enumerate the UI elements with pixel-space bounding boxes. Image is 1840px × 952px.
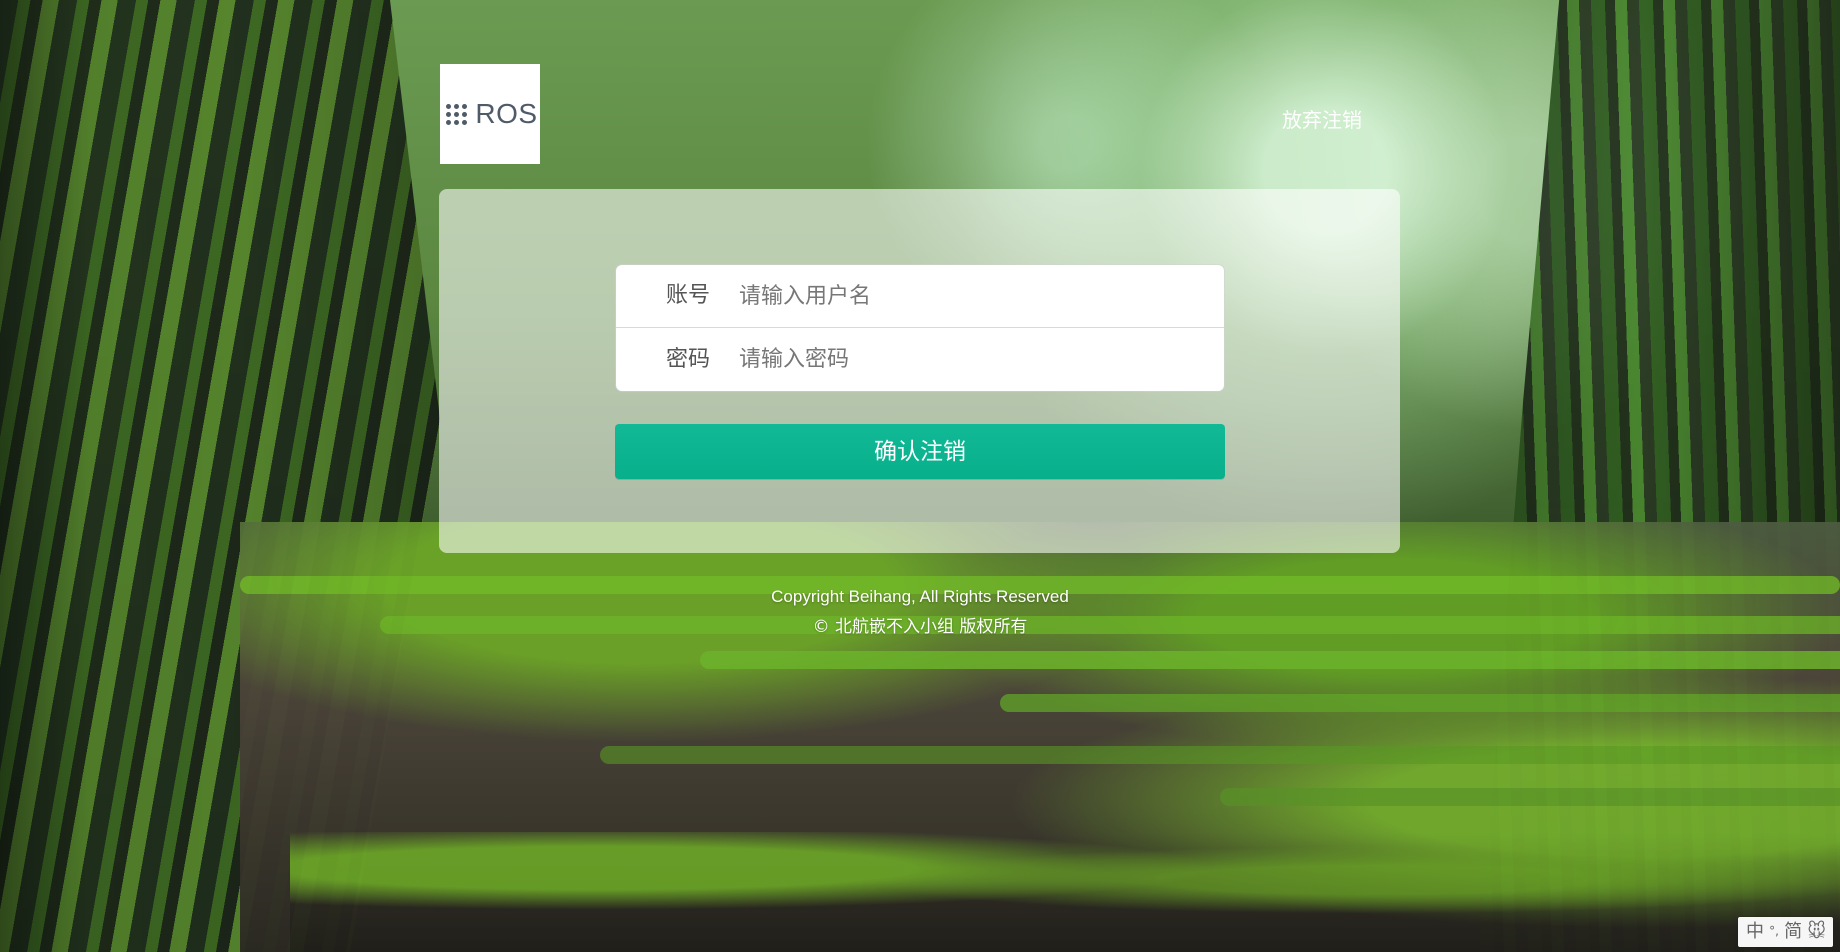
ime-toolbar[interactable]: 中 °, 简 🐭 bbox=[1738, 917, 1833, 947]
credentials-group: 账号 密码 bbox=[616, 265, 1224, 391]
logout-page: ROS 放弃注销 账号 密码 确认注销 Copyright Beihang, A… bbox=[0, 0, 1840, 952]
logo: ROS bbox=[440, 64, 540, 164]
password-row: 密码 bbox=[616, 328, 1224, 391]
logo-content: ROS bbox=[446, 100, 537, 128]
copyright-english: Copyright Beihang, All Rights Reserved bbox=[771, 587, 1069, 606]
ime-language-toggle[interactable]: 中 bbox=[1746, 923, 1764, 941]
copyright-chinese: © 北航嵌不入小组 版权所有 bbox=[812, 617, 1028, 637]
password-label: 密码 bbox=[665, 346, 710, 372]
mouse-icon[interactable]: 🐭 bbox=[1807, 923, 1826, 941]
account-input[interactable] bbox=[739, 276, 1179, 316]
account-row: 账号 bbox=[616, 265, 1224, 328]
grid-dots-icon bbox=[446, 103, 468, 125]
account-label: 账号 bbox=[665, 283, 710, 308]
confirm-logout-button[interactable]: 确认注销 bbox=[615, 424, 1225, 479]
cancel-logout-link[interactable]: 放弃注销 bbox=[1282, 108, 1362, 132]
logo-text: ROS bbox=[475, 98, 538, 129]
password-input[interactable] bbox=[739, 339, 1179, 380]
ime-script-toggle[interactable]: 简 bbox=[1784, 923, 1802, 941]
ime-punctuation-toggle[interactable]: °, bbox=[1769, 925, 1779, 937]
copyright-block: Copyright Beihang, All Rights Reserved ©… bbox=[0, 582, 1840, 642]
